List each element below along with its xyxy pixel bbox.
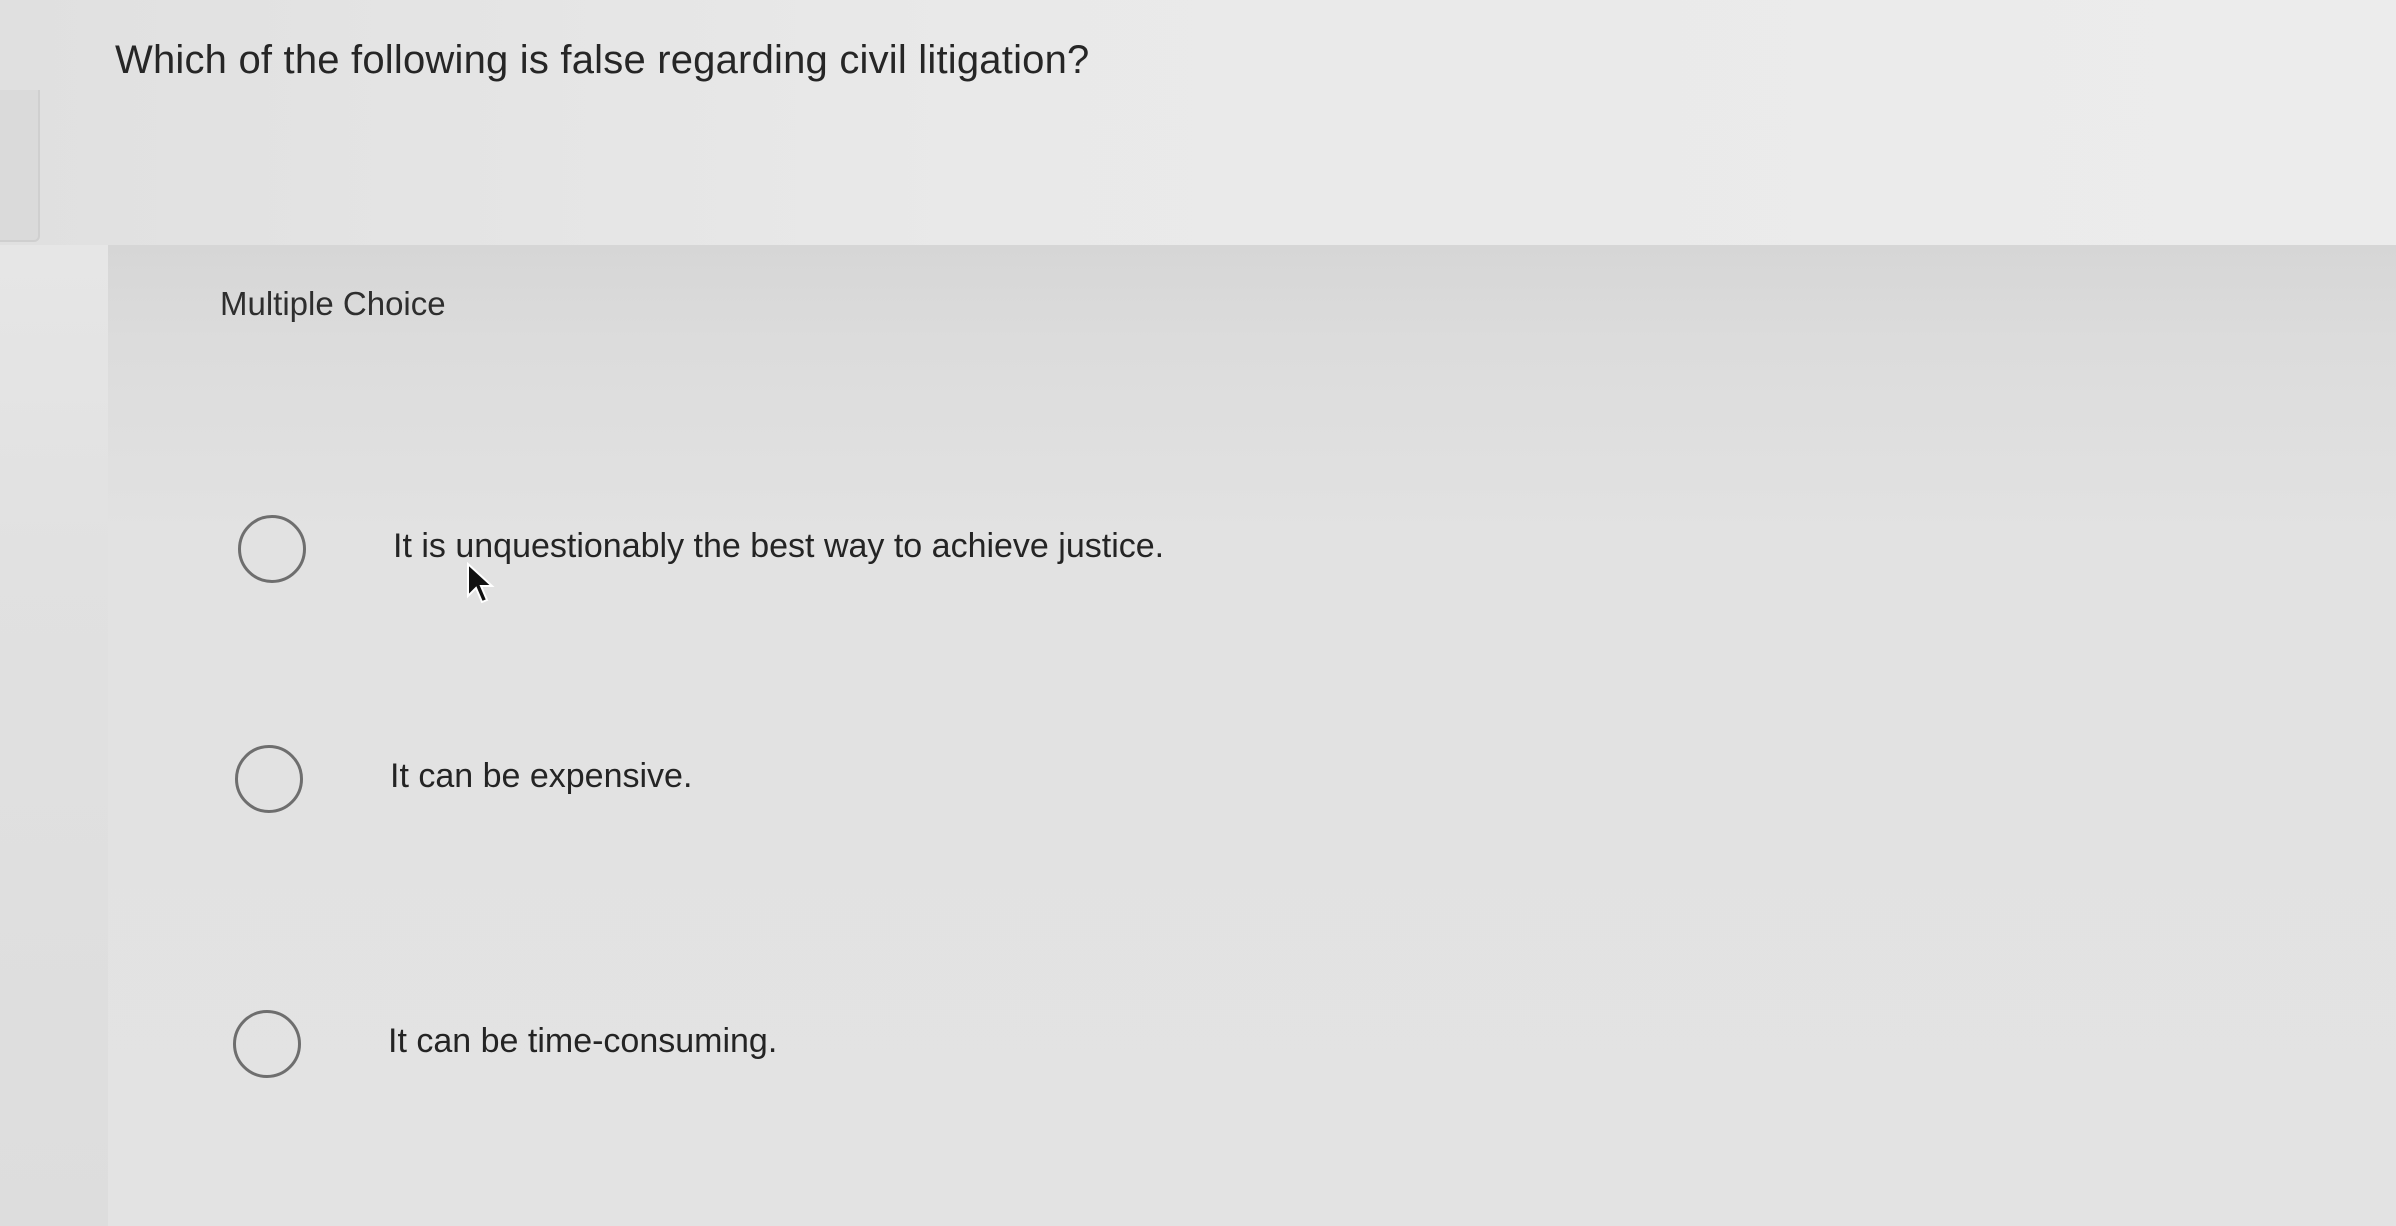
radio-unselected-icon[interactable] [233, 1010, 301, 1078]
answer-option[interactable]: It can be time-consuming. [233, 1010, 1533, 1090]
question-type-label: Multiple Choice [220, 285, 446, 322]
answer-option-label[interactable]: It can be time-consuming. [388, 1022, 777, 1061]
left-edge-tab [0, 90, 40, 242]
answer-option[interactable]: It is unquestionably the best way to ach… [238, 515, 1538, 595]
answer-option-label[interactable]: It can be expensive. [390, 757, 692, 796]
answer-panel: Multiple Choice It is unquestionably the… [108, 245, 2396, 1226]
question-area: Which of the following is false regardin… [0, 0, 2396, 245]
answer-option[interactable]: It can be expensive. [235, 745, 1535, 825]
screen: Which of the following is false regardin… [0, 0, 2396, 1226]
radio-unselected-icon[interactable] [235, 745, 303, 813]
mouse-pointer-icon [467, 562, 495, 604]
radio-unselected-icon[interactable] [238, 515, 306, 583]
answer-option-label[interactable]: It is unquestionably the best way to ach… [393, 527, 1164, 566]
question-prompt: Which of the following is false regardin… [115, 38, 1090, 82]
